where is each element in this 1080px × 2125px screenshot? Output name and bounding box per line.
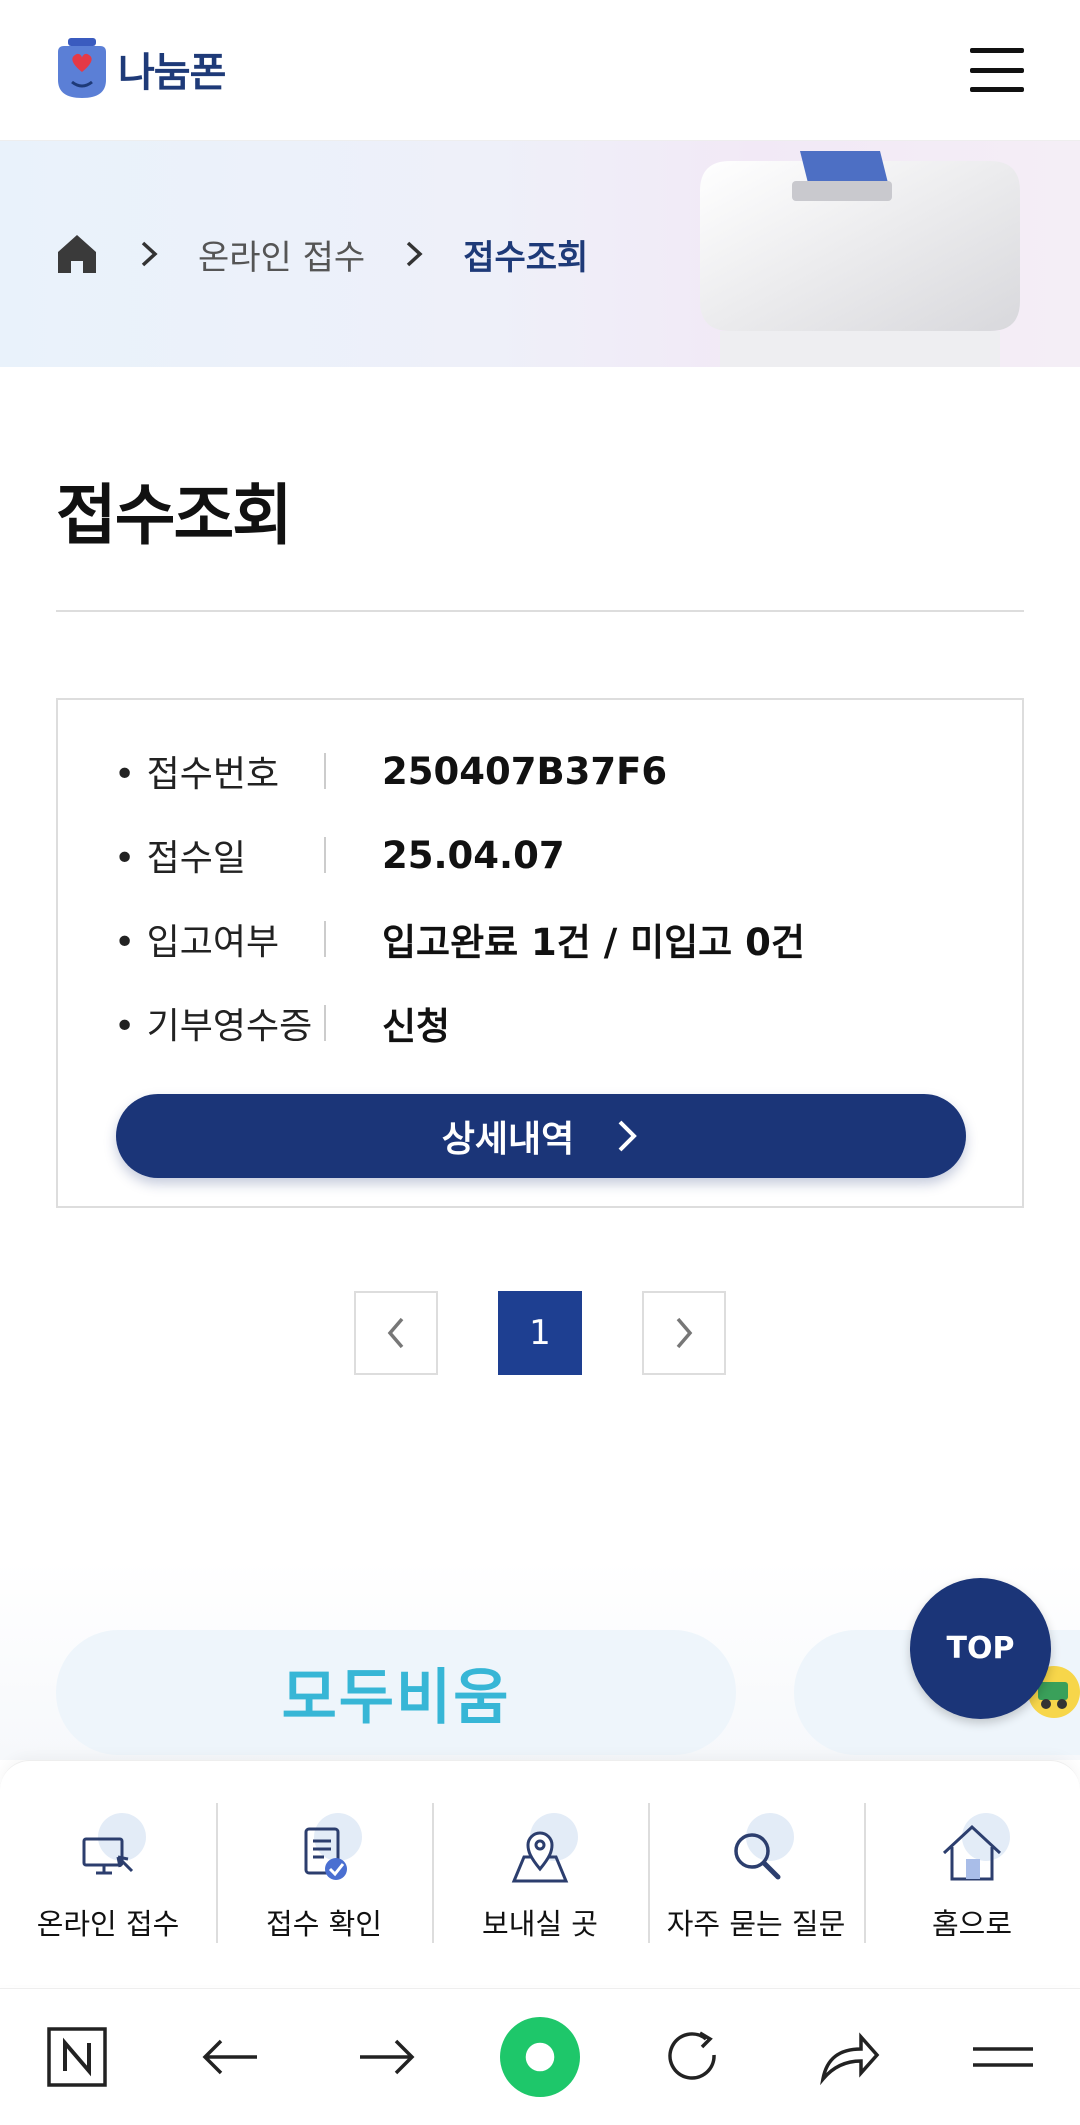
site-logo[interactable]: 나눔폰 — [54, 38, 226, 100]
receipt-row-stock-status: • 입고여부 입고완료 1건 / 미입고 0건 — [114, 914, 974, 964]
refresh-icon — [668, 2031, 717, 2080]
hamburger-menu-button[interactable] — [970, 48, 1024, 92]
receipt-row-number: • 접수번호 250407B37F6 — [114, 746, 974, 796]
home-icon[interactable] — [54, 231, 100, 277]
receipt-row-donation-receipt: • 기부영수증 신청 — [114, 998, 974, 1048]
back-button[interactable] — [191, 2017, 271, 2097]
pagination: 1 — [354, 1291, 726, 1375]
menu-bar — [970, 87, 1024, 92]
quick-nav-label: 보내실 곳 — [482, 1907, 598, 1941]
receipt-value: 25.04.07 — [382, 833, 565, 877]
page-number-button[interactable]: 1 — [498, 1291, 582, 1375]
detail-button[interactable]: 상세내역 — [116, 1094, 966, 1178]
breadcrumb: 온라인 접수 접수조회 — [54, 141, 588, 367]
quick-nav-label: 온라인 접수 — [36, 1907, 180, 1941]
computer-graphic — [82, 1837, 134, 1875]
chevron-right-icon — [141, 241, 158, 267]
clipboard-check-icon — [286, 1813, 362, 1887]
refresh-button[interactable] — [654, 2017, 734, 2097]
quick-nav-faq[interactable]: 자주 묻는 질문 — [648, 1803, 864, 1943]
quick-nav-bar: 온라인 접수 접수 확인 보내실 곳 자주 묻는 질문 홈으로 — [0, 1760, 1080, 1985]
browser-menu-button[interactable] — [963, 2017, 1043, 2097]
page-title: 접수조회 — [56, 477, 293, 554]
row-divider — [324, 837, 326, 873]
breadcrumb-online-intake[interactable]: 온라인 접수 — [198, 230, 365, 279]
receipt-value: 250407B37F6 — [382, 749, 668, 793]
quick-nav-label: 접수 확인 — [266, 1907, 382, 1941]
computer-icon — [70, 1813, 146, 1887]
receipt-label: • 입고여부 — [114, 922, 280, 963]
title-divider — [56, 610, 1024, 612]
quick-nav-send-location[interactable]: 보내실 곳 — [432, 1803, 648, 1943]
row-divider — [324, 753, 326, 789]
row-divider — [324, 1005, 326, 1041]
receipt-label: • 접수일 — [114, 838, 247, 879]
receipt-row-date: • 접수일 25.04.07 — [114, 830, 974, 880]
promo-banner-text: 모두비움 — [281, 1663, 511, 1733]
green-circle-icon — [499, 2017, 580, 2097]
arrow-right-icon — [359, 2039, 415, 2075]
arrow-left-icon — [202, 2039, 258, 2075]
quick-nav-home[interactable]: 홈으로 — [864, 1803, 1080, 1943]
browser-toolbar — [0, 1988, 1080, 2125]
chevron-right-icon — [676, 1317, 693, 1349]
detail-button-label: 상세내역 — [441, 1119, 575, 1160]
clipboard-graphic — [304, 1827, 347, 1880]
breadcrumb-banner: 온라인 접수 접수조회 — [0, 141, 1080, 367]
naver-n-icon — [47, 2027, 107, 2087]
row-divider — [324, 921, 326, 957]
magnifier-graphic — [734, 1833, 781, 1880]
scroll-top-button[interactable]: TOP — [910, 1578, 1051, 1719]
quick-nav-label: 홈으로 — [931, 1907, 1013, 1941]
share-button[interactable] — [809, 2017, 889, 2097]
map-pin-graphic — [511, 1831, 569, 1883]
receipt-card: • 접수번호 250407B37F6 • 접수일 25.04.07 • 입고여부… — [56, 698, 1024, 1208]
prev-page-button[interactable] — [354, 1291, 438, 1375]
logo-text: 나눔폰 — [118, 50, 226, 96]
double-line-menu-icon — [972, 2047, 1033, 2067]
search-icon — [718, 1813, 794, 1887]
menu-bar — [970, 48, 1024, 53]
forward-button[interactable] — [346, 2017, 426, 2097]
quick-nav-online-intake[interactable]: 온라인 접수 — [0, 1803, 216, 1943]
ballot-box-illustration — [700, 151, 1020, 367]
receipt-label: • 기부영수증 — [114, 1006, 313, 1047]
house-icon — [934, 1813, 1010, 1887]
chevron-left-icon — [387, 1317, 404, 1349]
next-page-button[interactable] — [642, 1291, 726, 1375]
chevron-right-icon — [618, 1120, 638, 1152]
receipt-value: 입고완료 1건 / 미입고 0건 — [382, 921, 805, 964]
logo-heart-icon — [58, 38, 106, 98]
quick-nav-label: 자주 묻는 질문 — [666, 1907, 846, 1941]
browser-home-button[interactable] — [499, 2017, 580, 2097]
quick-nav-intake-check[interactable]: 접수 확인 — [216, 1803, 432, 1943]
receipt-value: 신청 — [382, 1005, 451, 1048]
page-root: { "header": {"logo_text": "나눔폰"}, "bread… — [0, 0, 1080, 2125]
chevron-right-icon — [407, 241, 423, 267]
promo-banner[interactable]: 모두비움 — [56, 1630, 736, 1755]
naver-button[interactable] — [37, 2017, 117, 2097]
breadcrumb-current: 접수조회 — [463, 237, 589, 278]
site-header: 나눔폰 — [0, 0, 1080, 141]
share-arrow-icon — [819, 2032, 879, 2085]
map-pin-icon — [502, 1813, 578, 1887]
receipt-label: • 접수번호 — [114, 754, 280, 795]
house-graphic — [942, 1824, 1002, 1881]
menu-bar — [970, 67, 1024, 73]
